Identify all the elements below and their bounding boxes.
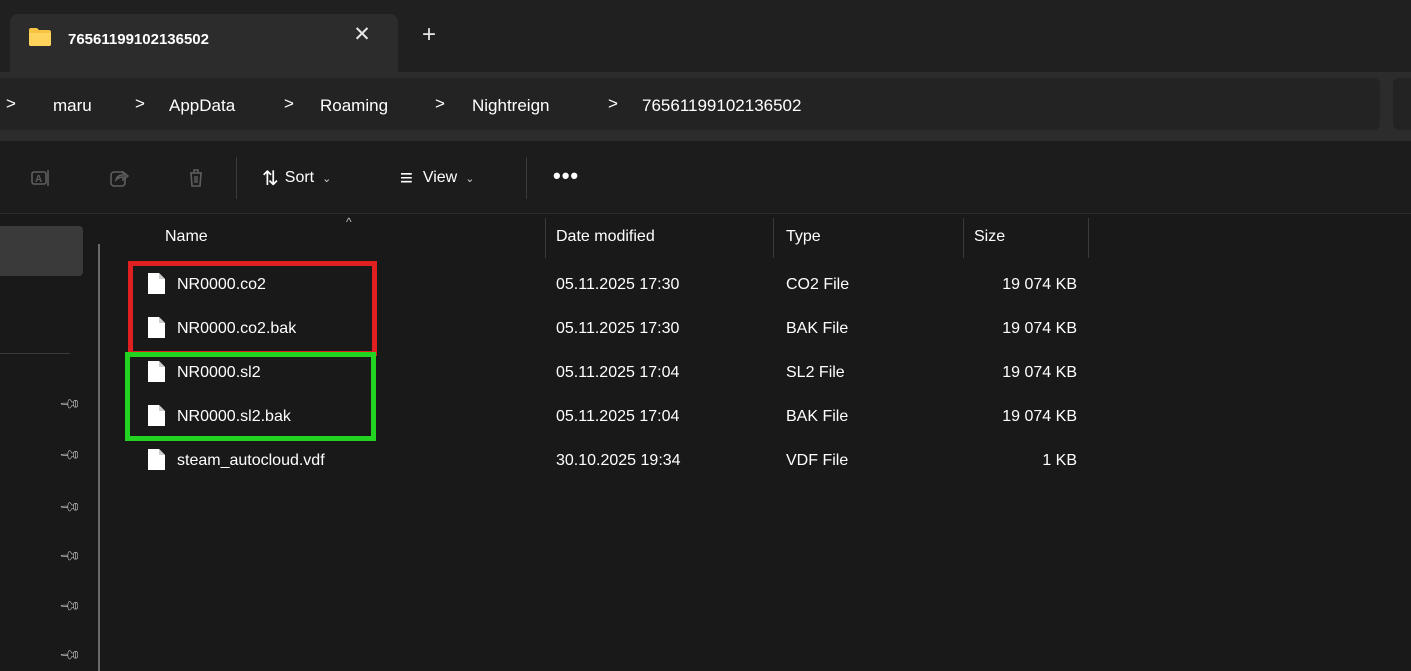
address-bar-row: > maru > AppData > Roaming > Nightreign … (0, 72, 1411, 140)
file-type: BAK File (786, 320, 849, 337)
breadcrumb-separator[interactable]: > (435, 94, 445, 114)
command-bar: A ⇅ Sort ⌄ ≡ View ⌄ ••• (0, 140, 1411, 214)
file-list: ^ Name Date modified Type Size NR0000.co… (115, 214, 1411, 671)
nav-divider (0, 353, 70, 354)
column-divider[interactable] (963, 218, 964, 258)
delete-icon[interactable] (185, 167, 207, 189)
breadcrumb-separator: > (6, 94, 16, 113)
breadcrumb-item-maru[interactable]: maru (53, 96, 92, 116)
chevron-down-icon: ⌄ (322, 172, 332, 185)
column-divider[interactable] (545, 218, 546, 258)
breadcrumb-separator[interactable]: > (135, 94, 145, 114)
column-header-name[interactable]: Name (165, 228, 208, 246)
column-header-row: ^ Name Date modified Type Size (115, 214, 1411, 262)
nav-scrollbar[interactable] (98, 244, 100, 671)
breadcrumb-item-current[interactable]: 76561199102136502 (642, 96, 801, 116)
navigation-pane: 📌︎ 📌︎ 📌︎ 📌︎ 📌︎ 📌︎ (0, 214, 115, 671)
file-size: 19 074 KB (1002, 320, 1077, 337)
file-date: 05.11.2025 17:30 (556, 276, 680, 293)
pin-icon[interactable]: 📌︎ (59, 495, 83, 519)
folder-icon (29, 28, 51, 46)
column-header-date[interactable]: Date modified (556, 228, 655, 246)
annotation-red-box (128, 261, 377, 356)
file-size: 1 KB (1042, 452, 1077, 469)
view-button[interactable]: ≡ View ⌄ (400, 165, 474, 191)
file-date: 05.11.2025 17:04 (556, 408, 680, 425)
file-type: BAK File (786, 408, 849, 425)
tab-active[interactable]: 76561199102136502 ✕ (10, 14, 398, 72)
file-name: steam_autocloud.vdf (177, 452, 325, 469)
address-bar[interactable]: > maru > AppData > Roaming > Nightreign … (0, 78, 1380, 130)
pin-icon[interactable]: 📌︎ (59, 392, 83, 416)
sort-icon: ⇅ (262, 167, 279, 190)
column-header-type[interactable]: Type (786, 228, 821, 246)
pin-icon[interactable]: 📌︎ (59, 594, 83, 618)
view-icon: ≡ (400, 165, 413, 190)
file-row[interactable]: steam_autocloud.vdf 30.10.2025 19:34 VDF… (115, 440, 1411, 484)
file-icon (148, 449, 165, 470)
column-header-size[interactable]: Size (974, 228, 1005, 246)
file-type: CO2 File (786, 276, 850, 293)
file-date: 05.11.2025 17:04 (556, 364, 680, 381)
breadcrumb-separator[interactable]: > (608, 94, 618, 114)
sort-ascending-icon: ^ (346, 215, 352, 229)
breadcrumb-item-appdata[interactable]: AppData (169, 96, 235, 116)
annotation-green-box (125, 352, 376, 441)
sort-label: Sort (284, 169, 315, 186)
toolbar-divider (236, 157, 237, 199)
search-box[interactable] (1393, 78, 1411, 130)
column-divider[interactable] (1088, 218, 1089, 258)
breadcrumb-item-roaming[interactable]: Roaming (320, 96, 388, 116)
tab-title: 76561199102136502 (68, 31, 209, 48)
file-size: 19 074 KB (1002, 364, 1077, 381)
breadcrumb-item-nightreign[interactable]: Nightreign (472, 96, 550, 116)
breadcrumb-separator[interactable]: > (284, 94, 294, 114)
file-size: 19 074 KB (1002, 408, 1077, 425)
file-type: VDF File (786, 452, 849, 469)
new-tab-icon[interactable]: + (418, 23, 440, 47)
share-icon[interactable] (108, 167, 130, 189)
nav-selected-item[interactable] (0, 226, 83, 276)
file-date: 05.11.2025 17:30 (556, 320, 680, 337)
rename-icon[interactable]: A (30, 167, 52, 189)
sort-button[interactable]: ⇅ Sort ⌄ (262, 165, 331, 191)
file-date: 30.10.2025 19:34 (556, 452, 681, 469)
svg-text:A: A (35, 174, 42, 185)
pin-icon[interactable]: 📌︎ (59, 643, 83, 667)
chevron-down-icon: ⌄ (465, 172, 475, 185)
view-label: View (422, 169, 458, 186)
pin-icon[interactable]: 📌︎ (59, 443, 83, 467)
close-tab-icon[interactable]: ✕ (351, 24, 373, 46)
file-type: SL2 File (786, 364, 845, 381)
toolbar-divider (526, 157, 527, 199)
pin-icon[interactable]: 📌︎ (59, 544, 83, 568)
column-divider[interactable] (773, 218, 774, 258)
file-size: 19 074 KB (1002, 276, 1077, 293)
tab-bar: 76561199102136502 ✕ + (0, 0, 1411, 72)
more-options-button[interactable]: ••• (553, 163, 579, 189)
